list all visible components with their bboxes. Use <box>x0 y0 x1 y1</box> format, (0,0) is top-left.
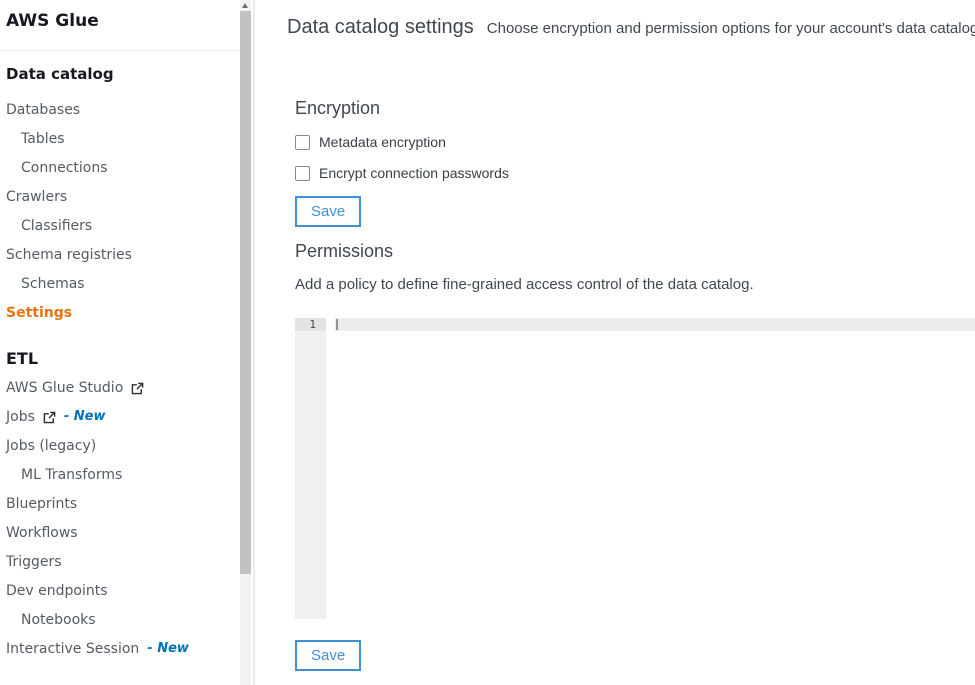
metadata-encryption-checkbox[interactable] <box>295 135 310 150</box>
permissions-description: Add a policy to define fine-grained acce… <box>295 276 754 293</box>
sidebar-item-label: Jobs (legacy) <box>6 438 96 454</box>
sidebar-item-ml-transforms[interactable]: ML Transforms <box>6 460 232 489</box>
sidebar-item-blueprints[interactable]: Blueprints <box>6 489 232 518</box>
sidebar-item-dev-endpoints[interactable]: Dev endpoints <box>6 576 232 605</box>
editor-cursor <box>336 319 338 330</box>
external-link-icon <box>43 411 56 424</box>
sidebar-item-workflows[interactable]: Workflows <box>6 518 232 547</box>
sidebar-item-label: Connections <box>21 160 108 176</box>
sidebar-item-label: Interactive Session <box>6 641 139 657</box>
sidebar-item-label: Crawlers <box>6 189 67 205</box>
page-title: Data catalog settings <box>287 16 474 39</box>
sidebar-item-tables[interactable]: Tables <box>6 124 232 153</box>
sidebar-item-label: Settings <box>6 305 72 321</box>
sidebar-item-schemas[interactable]: Schemas <box>6 269 232 298</box>
new-badge: - New <box>147 641 189 656</box>
sidebar-nav-list-etl: AWS Glue Studio Jobs - New Jobs (legacy) M… <box>6 373 232 663</box>
sidebar-item-connections[interactable]: Connections <box>6 153 232 182</box>
sidebar-item-label: Tables <box>21 131 65 147</box>
sidebar-scrollbar[interactable] <box>240 0 251 685</box>
sidebar-divider <box>0 50 240 51</box>
editor-gutter: 1 <box>295 318 326 619</box>
metadata-encryption-row[interactable]: Metadata encryption <box>295 134 446 150</box>
sidebar-item-label: Triggers <box>6 554 62 570</box>
editor-line-number: 1 <box>295 318 326 331</box>
sidebar-item-label: Jobs <box>6 409 35 425</box>
encryption-section-heading: Encryption <box>295 98 380 119</box>
encrypt-connection-passwords-label: Encrypt connection passwords <box>319 165 509 181</box>
scrollbar-thumb[interactable] <box>240 11 251 574</box>
sidebar-nav-list-data-catalog: Databases Tables Connections Crawlers Classi… <box>6 95 232 327</box>
scrollbar-up-arrow-icon[interactable] <box>242 3 248 8</box>
sidebar-item-label: Schemas <box>21 276 85 292</box>
sidebar-item-label: Blueprints <box>6 496 77 512</box>
sidebar-item-triggers[interactable]: Triggers <box>6 547 232 576</box>
main-content: Data catalog settings Choose encryption … <box>255 0 975 685</box>
sidebar: AWS Glue Data catalog Databases Tables Con… <box>0 0 240 685</box>
policy-code-editor[interactable]: 1 <box>295 318 975 619</box>
new-badge: - New <box>64 409 106 424</box>
encrypt-connection-passwords-row[interactable]: Encrypt connection passwords <box>295 165 509 181</box>
sidebar-item-interactive-session[interactable]: Interactive Session - New <box>6 634 232 663</box>
external-link-icon <box>131 382 144 395</box>
encrypt-connection-passwords-checkbox[interactable] <box>295 166 310 181</box>
sidebar-item-databases[interactable]: Databases <box>6 95 232 124</box>
page-header: Data catalog settings Choose encryption … <box>287 16 975 39</box>
sidebar-item-jobs[interactable]: Jobs - New <box>6 402 232 431</box>
sidebar-item-label: AWS Glue Studio <box>6 380 123 396</box>
app-title: AWS Glue <box>6 10 232 32</box>
sidebar-item-settings[interactable]: Settings <box>6 298 232 327</box>
sidebar-section-heading-data-catalog: Data catalog <box>6 64 232 84</box>
sidebar-item-label: Classifiers <box>21 218 92 234</box>
sidebar-item-label: Databases <box>6 102 80 118</box>
metadata-encryption-label: Metadata encryption <box>319 134 446 150</box>
sidebar-item-classifiers[interactable]: Classifiers <box>6 211 232 240</box>
sidebar-item-label: Workflows <box>6 525 78 541</box>
editor-active-line <box>335 318 975 331</box>
sidebar-item-aws-glue-studio[interactable]: AWS Glue Studio <box>6 373 232 402</box>
sidebar-item-schema-registries[interactable]: Schema registries <box>6 240 232 269</box>
page-subtitle: Choose encryption and permission options… <box>487 20 975 37</box>
sidebar-item-label: Schema registries <box>6 247 132 263</box>
permissions-section-heading: Permissions <box>295 241 393 262</box>
sidebar-item-crawlers[interactable]: Crawlers <box>6 182 232 211</box>
sidebar-item-label: Notebooks <box>21 612 96 628</box>
permissions-save-button[interactable]: Save <box>295 640 361 671</box>
encryption-save-button[interactable]: Save <box>295 196 361 227</box>
sidebar-section-heading-etl: ETL <box>6 349 232 369</box>
sidebar-item-jobs-legacy[interactable]: Jobs (legacy) <box>6 431 232 460</box>
sidebar-item-label: Dev endpoints <box>6 583 108 599</box>
sidebar-item-label: ML Transforms <box>21 467 122 483</box>
sidebar-item-notebooks[interactable]: Notebooks <box>6 605 232 634</box>
